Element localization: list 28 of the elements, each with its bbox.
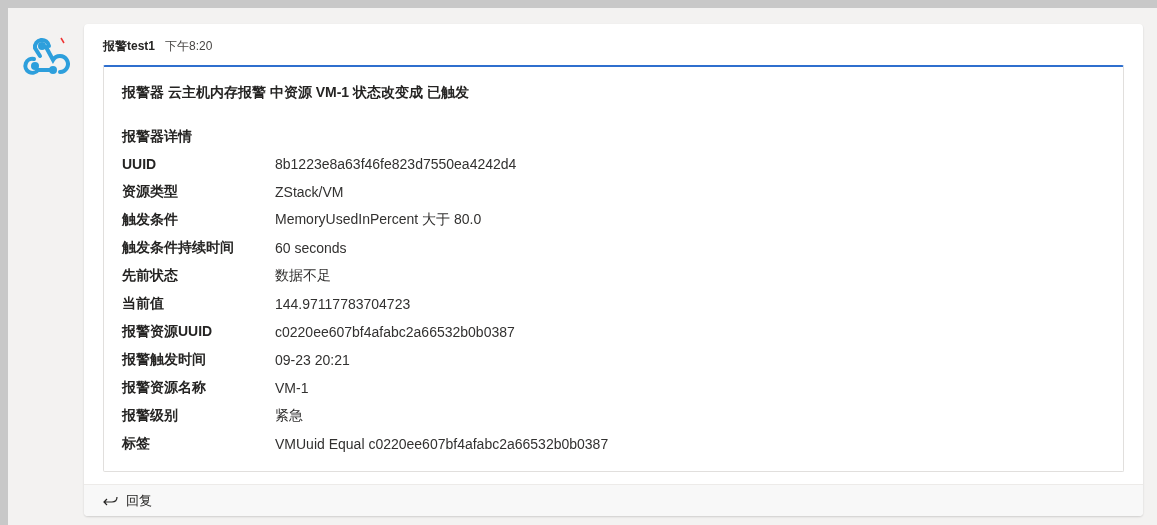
field-label: UUID [122,156,158,172]
field-value: VM-1 [275,380,309,396]
field-label: 资源类型 [122,183,179,201]
field-value: c0220ee607bf4afabc2a66532b0b0387 [275,324,515,340]
reply-arrow-icon [103,494,118,507]
field-label: 触发条件持续时间 [122,239,235,257]
field-label: 触发条件 [122,211,179,229]
sender-name: 报警test1 [103,38,155,55]
field-label: 标签 [122,435,151,453]
field-label: 先前状态 [122,267,179,285]
field-value: 60 seconds [275,240,347,256]
field-value: 09-23 20:21 [275,352,350,368]
field-label: 报警资源名称 [122,379,207,397]
field-value: MemoryUsedInPercent 大于 80.0 [275,211,482,229]
field-value: 数据不足 [275,267,331,285]
field-value: 8b1223e8a63f46fe823d7550ea4242d4 [275,156,517,172]
field-value: 144.97117783704723 [275,296,411,312]
field-label: 报警级别 [122,407,179,425]
field-value: ZStack/VM [275,184,344,200]
section-heading: 报警器详情 [122,127,193,146]
field-label: 当前值 [122,295,165,313]
message-time: 下午8:20 [165,38,213,55]
field-label: 报警触发时间 [122,351,207,369]
alert-title: 报警器 云主机内存报警 中资源 VM-1 状态改变成 已触发 [122,84,470,102]
field-value: 紧急 [275,407,303,425]
field-value: VMUuid Equal c0220ee607bf4afabc2a66532b0b0387 [275,436,609,452]
field-label: 报警资源UUID [122,323,214,341]
reply-button[interactable]: 回复 [84,484,1143,516]
